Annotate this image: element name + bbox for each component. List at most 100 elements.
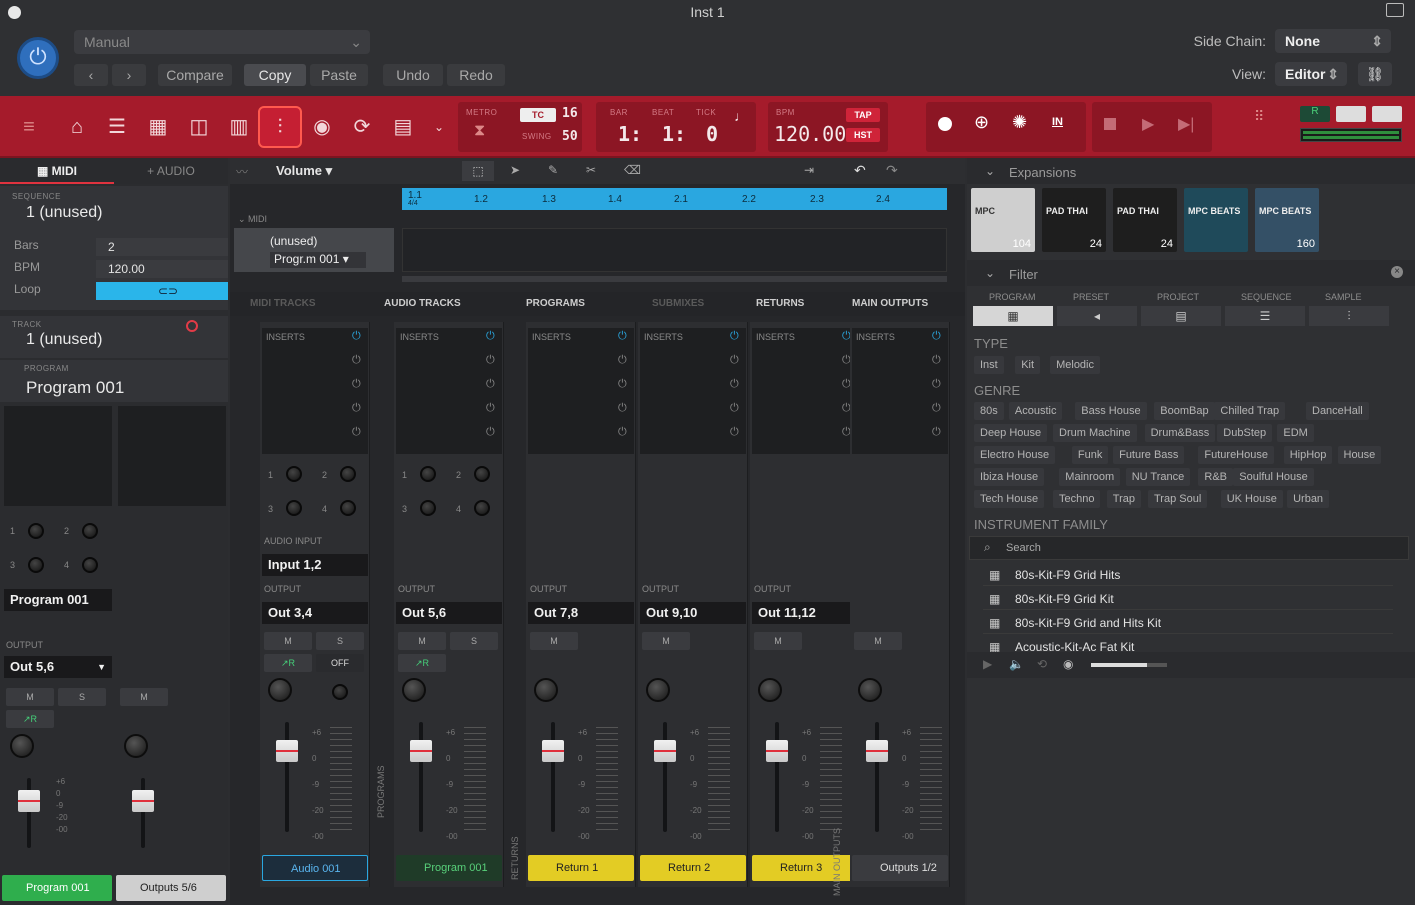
power-icon[interactable]: ⏻ [486,378,495,391]
send-knob[interactable] [420,466,436,482]
genre-tag[interactable]: Drum Machine [1053,424,1137,442]
left-output-select[interactable]: Out 5,6 ▼ [4,656,112,678]
genre-tag[interactable]: Trap [1106,490,1142,508]
pan-knob[interactable] [858,678,882,702]
power-icon[interactable]: ⏻ [486,330,495,343]
strip-name-tag[interactable]: Return 1 [528,855,634,881]
read-auto-icon[interactable]: R [1300,106,1330,122]
power-icon[interactable]: ⏻ [932,354,941,367]
scissors-tool-icon[interactable]: ✂ [586,163,596,177]
bpm-field[interactable]: 120.00 [96,260,228,278]
strip-name-tag[interactable]: Outputs 1/2 [852,855,948,881]
expansion-thumb[interactable]: PAD THAI 24 [1042,188,1106,252]
grid-view-icon[interactable]: ▦ [143,112,173,142]
result-item[interactable]: ▦ 80s-Kit-F9 Grid Hits [983,564,1393,586]
left-bottom-tag-outputs[interactable]: Outputs 5/6 [116,875,226,901]
tab-audio[interactable]: + AUDIO [114,158,228,184]
mute-button[interactable]: M [530,632,578,650]
fader[interactable] [654,740,676,762]
sidechain-select[interactable]: None ⇕ [1275,29,1391,53]
volume-icon[interactable]: 🔈 [1009,657,1024,671]
genre-tag[interactable]: Techno [1053,490,1101,508]
genre-tag[interactable]: Kit [1015,356,1041,374]
expand-icon[interactable] [1386,3,1404,17]
mute-button[interactable]: M [398,632,446,650]
send-knob[interactable] [340,500,356,516]
sequence-value[interactable]: 1 (unused) [26,204,103,222]
send-knob[interactable] [420,500,436,516]
preview-mode-icon[interactable]: ◉ [1063,657,1073,671]
track-program-select[interactable]: Progr.m 001 ▾ [270,252,366,268]
left-read-button[interactable]: ↗R [6,710,54,728]
play-start-icon[interactable]: ▶| [1178,114,1194,134]
tab-returns[interactable]: RETURNS [756,298,804,309]
redo-icon[interactable]: ↷ [886,162,898,179]
track-value[interactable]: 1 (unused) [26,331,103,349]
erase-tool-icon[interactable]: ⌫ [624,163,641,177]
power-icon[interactable]: ⏻ [352,378,361,391]
pan-knob[interactable] [268,678,292,702]
genre-tag[interactable]: BoomBap [1154,402,1215,420]
left-mute-button[interactable]: M [6,688,54,706]
pointer-tool-icon[interactable]: ➤ [510,163,520,177]
note-icon[interactable]: ♩ [734,108,748,124]
category-project-button[interactable]: ▤ [1141,306,1221,326]
genre-tag[interactable]: UK House [1220,490,1283,508]
tab-midi[interactable]: ▦ MIDI [0,158,114,184]
left-knob-1[interactable] [28,523,44,539]
left-b-pan-knob[interactable] [124,734,148,758]
send-knob[interactable] [286,500,302,516]
genre-tag[interactable]: Melodic [1050,356,1100,374]
power-icon[interactable]: ⏻ [730,330,739,343]
genre-tag[interactable]: 80s [974,402,1004,420]
tab-midi-tracks[interactable]: MIDI TRACKS [250,298,316,309]
genre-tag[interactable]: Acoustic [1008,402,1063,420]
result-item[interactable]: ▦ Acoustic-Kit-Ac Fat Kit [983,636,1393,652]
expansion-thumb[interactable]: PAD THAI 24 [1113,188,1177,252]
power-icon[interactable]: ⏻ [17,37,59,79]
automation-curve-icon[interactable]: 〰 [236,163,248,180]
result-item[interactable]: ▦ 80s-Kit-F9 Grid and Hits Kit [983,612,1393,634]
snap-icon[interactable]: ⇥ [804,163,814,177]
preset-select[interactable]: Manual ⌄ [74,30,370,54]
pan-knob[interactable] [758,678,782,702]
genre-tag[interactable]: Deep House [974,424,1048,442]
genre-tag[interactable]: NU Trance [1125,468,1191,486]
genre-tag[interactable]: Trap Soul [1148,490,1208,508]
left-knob-2[interactable] [82,523,98,539]
power-icon[interactable]: ⏻ [618,426,627,439]
track-header[interactable]: (unused) Progr.m 001 ▾ [234,228,394,272]
mute-button[interactable]: M [854,632,902,650]
expansion-thumb[interactable]: MPC 104 [971,188,1035,252]
loop-icon[interactable]: ⟳ [347,112,377,142]
left-bottom-tag-program[interactable]: Program 001 [2,875,112,901]
record-arm-icon[interactable] [186,320,198,332]
expansions-header[interactable]: ⌄ Expansions [967,158,1415,184]
read-button[interactable]: ↗R [264,654,312,672]
left-b-fader[interactable] [132,790,154,812]
menu-icon[interactable]: ≡ [14,112,44,142]
home-icon[interactable]: ⌂ [62,112,92,142]
next-preset-button[interactable]: › [112,64,146,86]
strip-name-tag[interactable]: Return 3 [752,855,858,881]
select-tool-icon[interactable]: ⬚ [462,161,494,181]
tab-audio-tracks[interactable]: AUDIO TRACKS [384,298,461,309]
loop-toggle[interactable]: ⊂⊃ [96,282,228,300]
overdub-icon[interactable]: ⊕ [974,112,989,133]
genre-tag[interactable]: Tech House [974,490,1045,508]
send-knob[interactable] [332,684,348,700]
channel-mixer-icon[interactable]: ⫶ [258,106,302,148]
sequence-grid[interactable] [402,228,947,272]
output-select[interactable]: Out 5,6 [396,602,502,624]
power-icon[interactable]: ⏻ [352,330,361,343]
power-icon[interactable]: ⏻ [352,354,361,367]
genre-tag[interactable]: DanceHall [1306,402,1369,420]
genre-tag[interactable]: Urban [1287,490,1330,508]
audio-input-select[interactable]: Input 1,2 [262,554,368,576]
play-preview-icon[interactable]: ▶ [983,657,992,671]
power-icon[interactable]: ⏻ [730,354,739,367]
left-solo-button[interactable]: S [58,688,106,706]
category-preset-button[interactable]: ◂ [1057,306,1137,326]
read-button[interactable]: ↗R [398,654,446,672]
timeline-ruler[interactable]: 1.1 4/4 1.2 1.3 1.4 2.1 2.2 2.3 2.4 [402,188,947,210]
